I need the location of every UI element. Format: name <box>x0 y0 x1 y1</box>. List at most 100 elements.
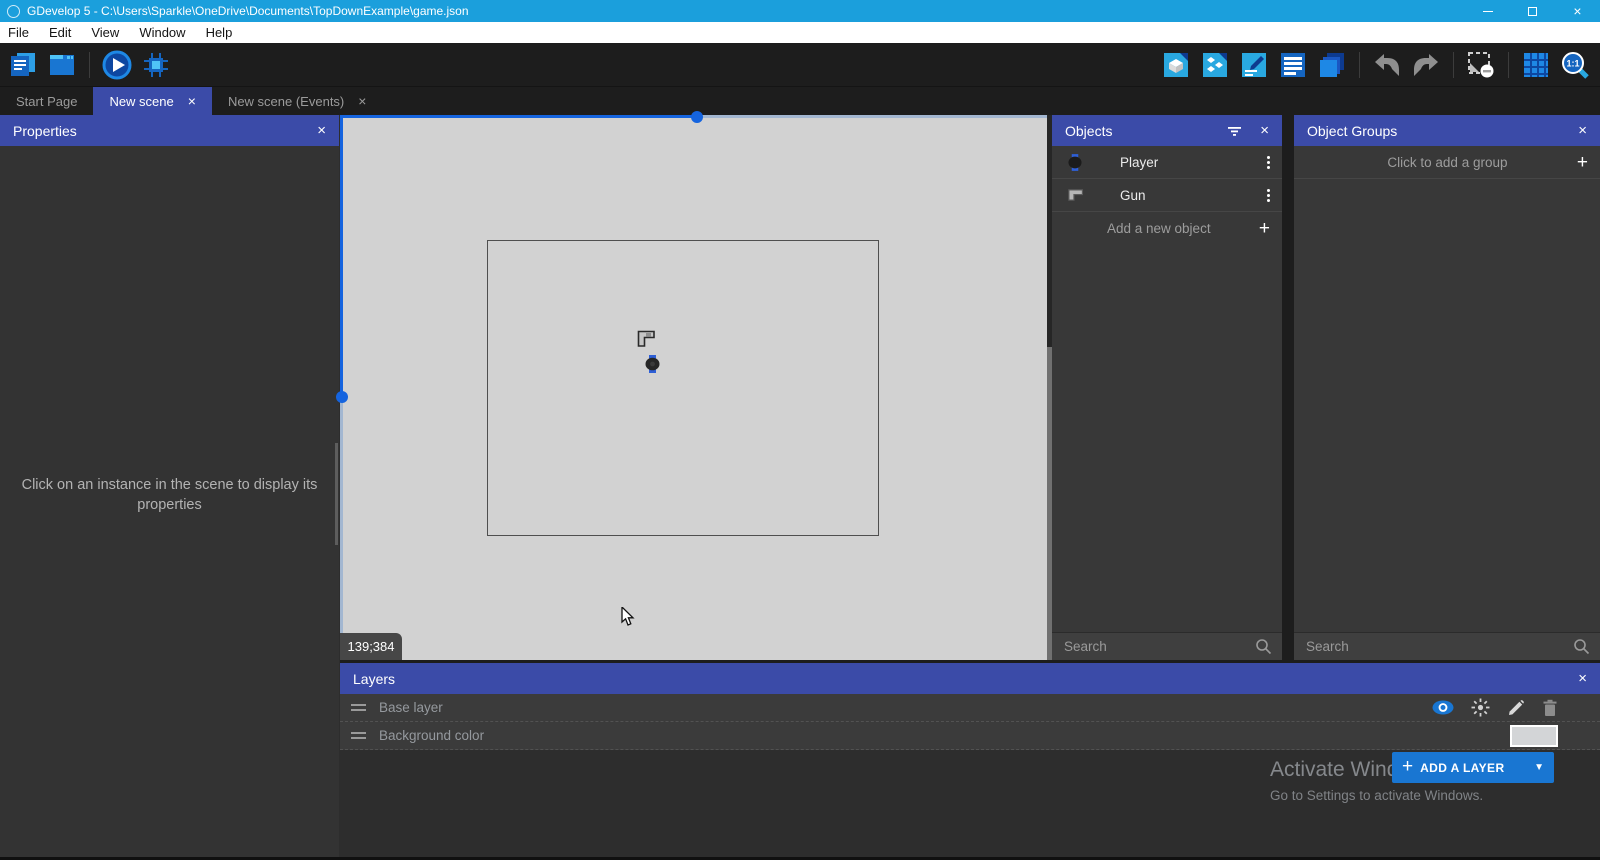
drag-handle-icon[interactable] <box>351 704 366 711</box>
layers-header: Layers × <box>340 663 1600 694</box>
menu-file[interactable]: File <box>0 25 39 40</box>
tabbar: Start Page New scene × New scene (Events… <box>0 86 1600 115</box>
layers-panel: Layers × Base layer <box>340 660 1600 857</box>
debug-icon[interactable] <box>141 50 171 80</box>
object-row-player[interactable]: Player <box>1052 146 1282 179</box>
objects-panel: Objects × Player Gun Add a new object + <box>1052 115 1282 660</box>
filter-icon[interactable] <box>1227 125 1242 137</box>
gun-sprite-icon <box>1068 188 1086 202</box>
objects-search-bar <box>1052 632 1282 660</box>
edit-layer-pencil-icon[interactable] <box>1507 699 1525 717</box>
window-title: GDevelop 5 - C:\Users\Sparkle\OneDrive\D… <box>27 4 469 18</box>
selection-edge-top <box>340 115 697 118</box>
object-groups-header: Object Groups × <box>1294 115 1600 146</box>
object-groups-search-input[interactable] <box>1294 639 1573 654</box>
resize-handle-left[interactable] <box>336 391 348 403</box>
play-icon[interactable] <box>102 50 132 80</box>
object-groups-search-bar <box>1294 632 1600 660</box>
menubar: File Edit View Window Help <box>0 22 1600 43</box>
objects-search-input[interactable] <box>1052 639 1255 654</box>
add-icon: + <box>1259 219 1270 238</box>
object-name: Player <box>1120 155 1158 170</box>
search-icon <box>1573 638 1590 655</box>
add-object-icon[interactable] <box>1161 50 1191 80</box>
add-a-layer-button[interactable]: + ADD A LAYER ▼ <box>1392 752 1554 783</box>
close-tab-icon[interactable]: × <box>358 94 366 108</box>
object-groups-title: Object Groups <box>1307 123 1397 139</box>
zoom-1-1-icon[interactable]: 1:1 <box>1560 50 1590 80</box>
properties-header: Properties × <box>0 115 339 146</box>
gun-instance[interactable] <box>637 330 657 353</box>
project-manager-icon[interactable] <box>8 50 38 80</box>
more-options-icon[interactable] <box>1267 156 1270 169</box>
close-layers-icon[interactable]: × <box>1578 671 1587 686</box>
gdevelop-window: GDevelop 5 - C:\Users\Sparkle\OneDrive\D… <box>0 0 1600 860</box>
edit-scene-properties-icon[interactable] <box>1239 50 1269 80</box>
gdevelop-logo-icon <box>7 5 20 18</box>
drag-handle-icon[interactable] <box>351 732 366 739</box>
tab-new-scene[interactable]: New scene × <box>93 87 212 115</box>
maximize-button[interactable] <box>1510 0 1555 22</box>
close-window-button[interactable]: × <box>1555 0 1600 22</box>
toolbar: 1:1 <box>0 43 1600 86</box>
mouse-cursor-icon <box>621 607 639 632</box>
menu-window[interactable]: Window <box>129 25 195 40</box>
instances-list-icon[interactable] <box>1278 50 1308 80</box>
add-group-row[interactable]: Click to add a group + <box>1294 146 1600 179</box>
objects-title: Objects <box>1065 123 1112 139</box>
panel-divider <box>1282 115 1294 660</box>
delete-layer-trash-icon[interactable] <box>1542 699 1558 717</box>
layer-row-background-color[interactable]: Background color <box>340 722 1600 750</box>
search-icon <box>1255 638 1272 655</box>
grid-icon[interactable] <box>1521 50 1551 80</box>
dropdown-caret-icon[interactable]: ▼ <box>1534 762 1544 773</box>
game-window-outline <box>487 240 879 536</box>
background-color-swatch[interactable] <box>1510 725 1558 747</box>
redo-icon[interactable] <box>1411 50 1441 80</box>
close-objects-icon[interactable]: × <box>1260 123 1269 138</box>
svg-text:1:1: 1:1 <box>1566 58 1579 68</box>
close-tab-icon[interactable]: × <box>188 94 196 108</box>
effects-icon[interactable] <box>1471 698 1490 717</box>
minimize-button[interactable] <box>1465 0 1510 22</box>
resize-handle-top[interactable] <box>691 111 703 123</box>
menu-view[interactable]: View <box>81 25 129 40</box>
start-page-icon[interactable] <box>47 50 77 80</box>
object-groups-panel: Object Groups × Click to add a group + <box>1294 115 1600 660</box>
add-icon: + <box>1577 153 1588 172</box>
undo-icon[interactable] <box>1372 50 1402 80</box>
visibility-eye-icon[interactable] <box>1432 700 1454 715</box>
toolbar-separator <box>1359 52 1360 78</box>
player-instance[interactable] <box>645 355 660 378</box>
layer-name: Background color <box>379 728 484 743</box>
toolbar-separator <box>1508 52 1509 78</box>
cursor-coordinates-badge: 139;384 <box>340 633 402 660</box>
mask-icon[interactable] <box>1466 50 1496 80</box>
tab-new-scene-events[interactable]: New scene (Events) × <box>212 87 383 115</box>
selection-edge-left <box>340 115 343 397</box>
layer-row-base[interactable]: Base layer <box>340 694 1600 722</box>
properties-empty-message: Click on an instance in the scene to dis… <box>14 475 325 515</box>
object-name: Gun <box>1120 188 1146 203</box>
properties-panel: Properties × Click on an instance in the… <box>0 115 339 857</box>
object-groups-icon[interactable] <box>1200 50 1230 80</box>
menu-edit[interactable]: Edit <box>39 25 81 40</box>
tab-start-page[interactable]: Start Page <box>0 87 93 115</box>
object-row-gun[interactable]: Gun <box>1052 179 1282 212</box>
window-border-left <box>340 397 343 660</box>
more-options-icon[interactable] <box>1267 189 1270 202</box>
properties-title: Properties <box>13 123 77 139</box>
scene-canvas[interactable]: 139;384 <box>340 115 1047 660</box>
layers-title: Layers <box>353 671 395 687</box>
menu-help[interactable]: Help <box>196 25 243 40</box>
toolbar-separator <box>89 52 90 78</box>
toolbar-separator <box>1453 52 1454 78</box>
close-object-groups-icon[interactable]: × <box>1578 123 1587 138</box>
maximize-icon <box>1528 7 1537 16</box>
layers-icon[interactable] <box>1317 50 1347 80</box>
close-properties-icon[interactable]: × <box>317 123 326 138</box>
objects-header: Objects × <box>1052 115 1282 146</box>
window-border-top <box>697 115 1047 118</box>
add-new-object-row[interactable]: Add a new object + <box>1052 212 1282 244</box>
properties-scrollbar[interactable] <box>335 443 338 545</box>
